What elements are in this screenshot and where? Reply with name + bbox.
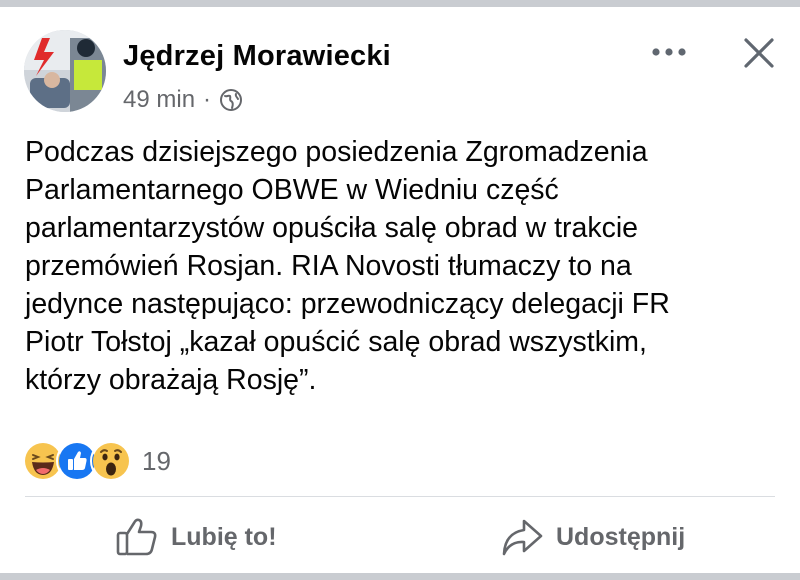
divider	[25, 496, 775, 497]
reactions-summary[interactable]: 19	[22, 440, 171, 482]
share-button[interactable]: Udostępnij	[500, 512, 685, 562]
author-name[interactable]: Jędrzej Morawiecki	[123, 40, 391, 73]
bottom-separator-strip	[0, 573, 800, 580]
close-button[interactable]	[738, 32, 780, 74]
post-meta: 49 min ·	[123, 86, 243, 114]
share-label: Udostępnij	[556, 522, 686, 551]
top-separator-strip	[0, 0, 800, 7]
thumbs-up-icon	[116, 518, 157, 556]
more-dots-icon	[652, 48, 686, 56]
wow-icon	[90, 440, 132, 482]
post-text: Podczas dzisiejszego posiedzenia Zgromad…	[25, 136, 670, 396]
like-label: Lubię to!	[171, 522, 277, 551]
globe-icon	[219, 88, 243, 112]
reaction-count: 19	[142, 445, 171, 476]
close-icon	[744, 38, 774, 68]
meta-separator: ·	[203, 86, 212, 113]
avatar[interactable]	[24, 30, 106, 112]
more-options-button[interactable]	[648, 38, 690, 66]
post-time[interactable]: 49 min	[123, 86, 195, 114]
avatar-image	[24, 30, 106, 112]
like-button[interactable]: Lubię to!	[115, 512, 277, 562]
share-icon	[502, 519, 543, 556]
